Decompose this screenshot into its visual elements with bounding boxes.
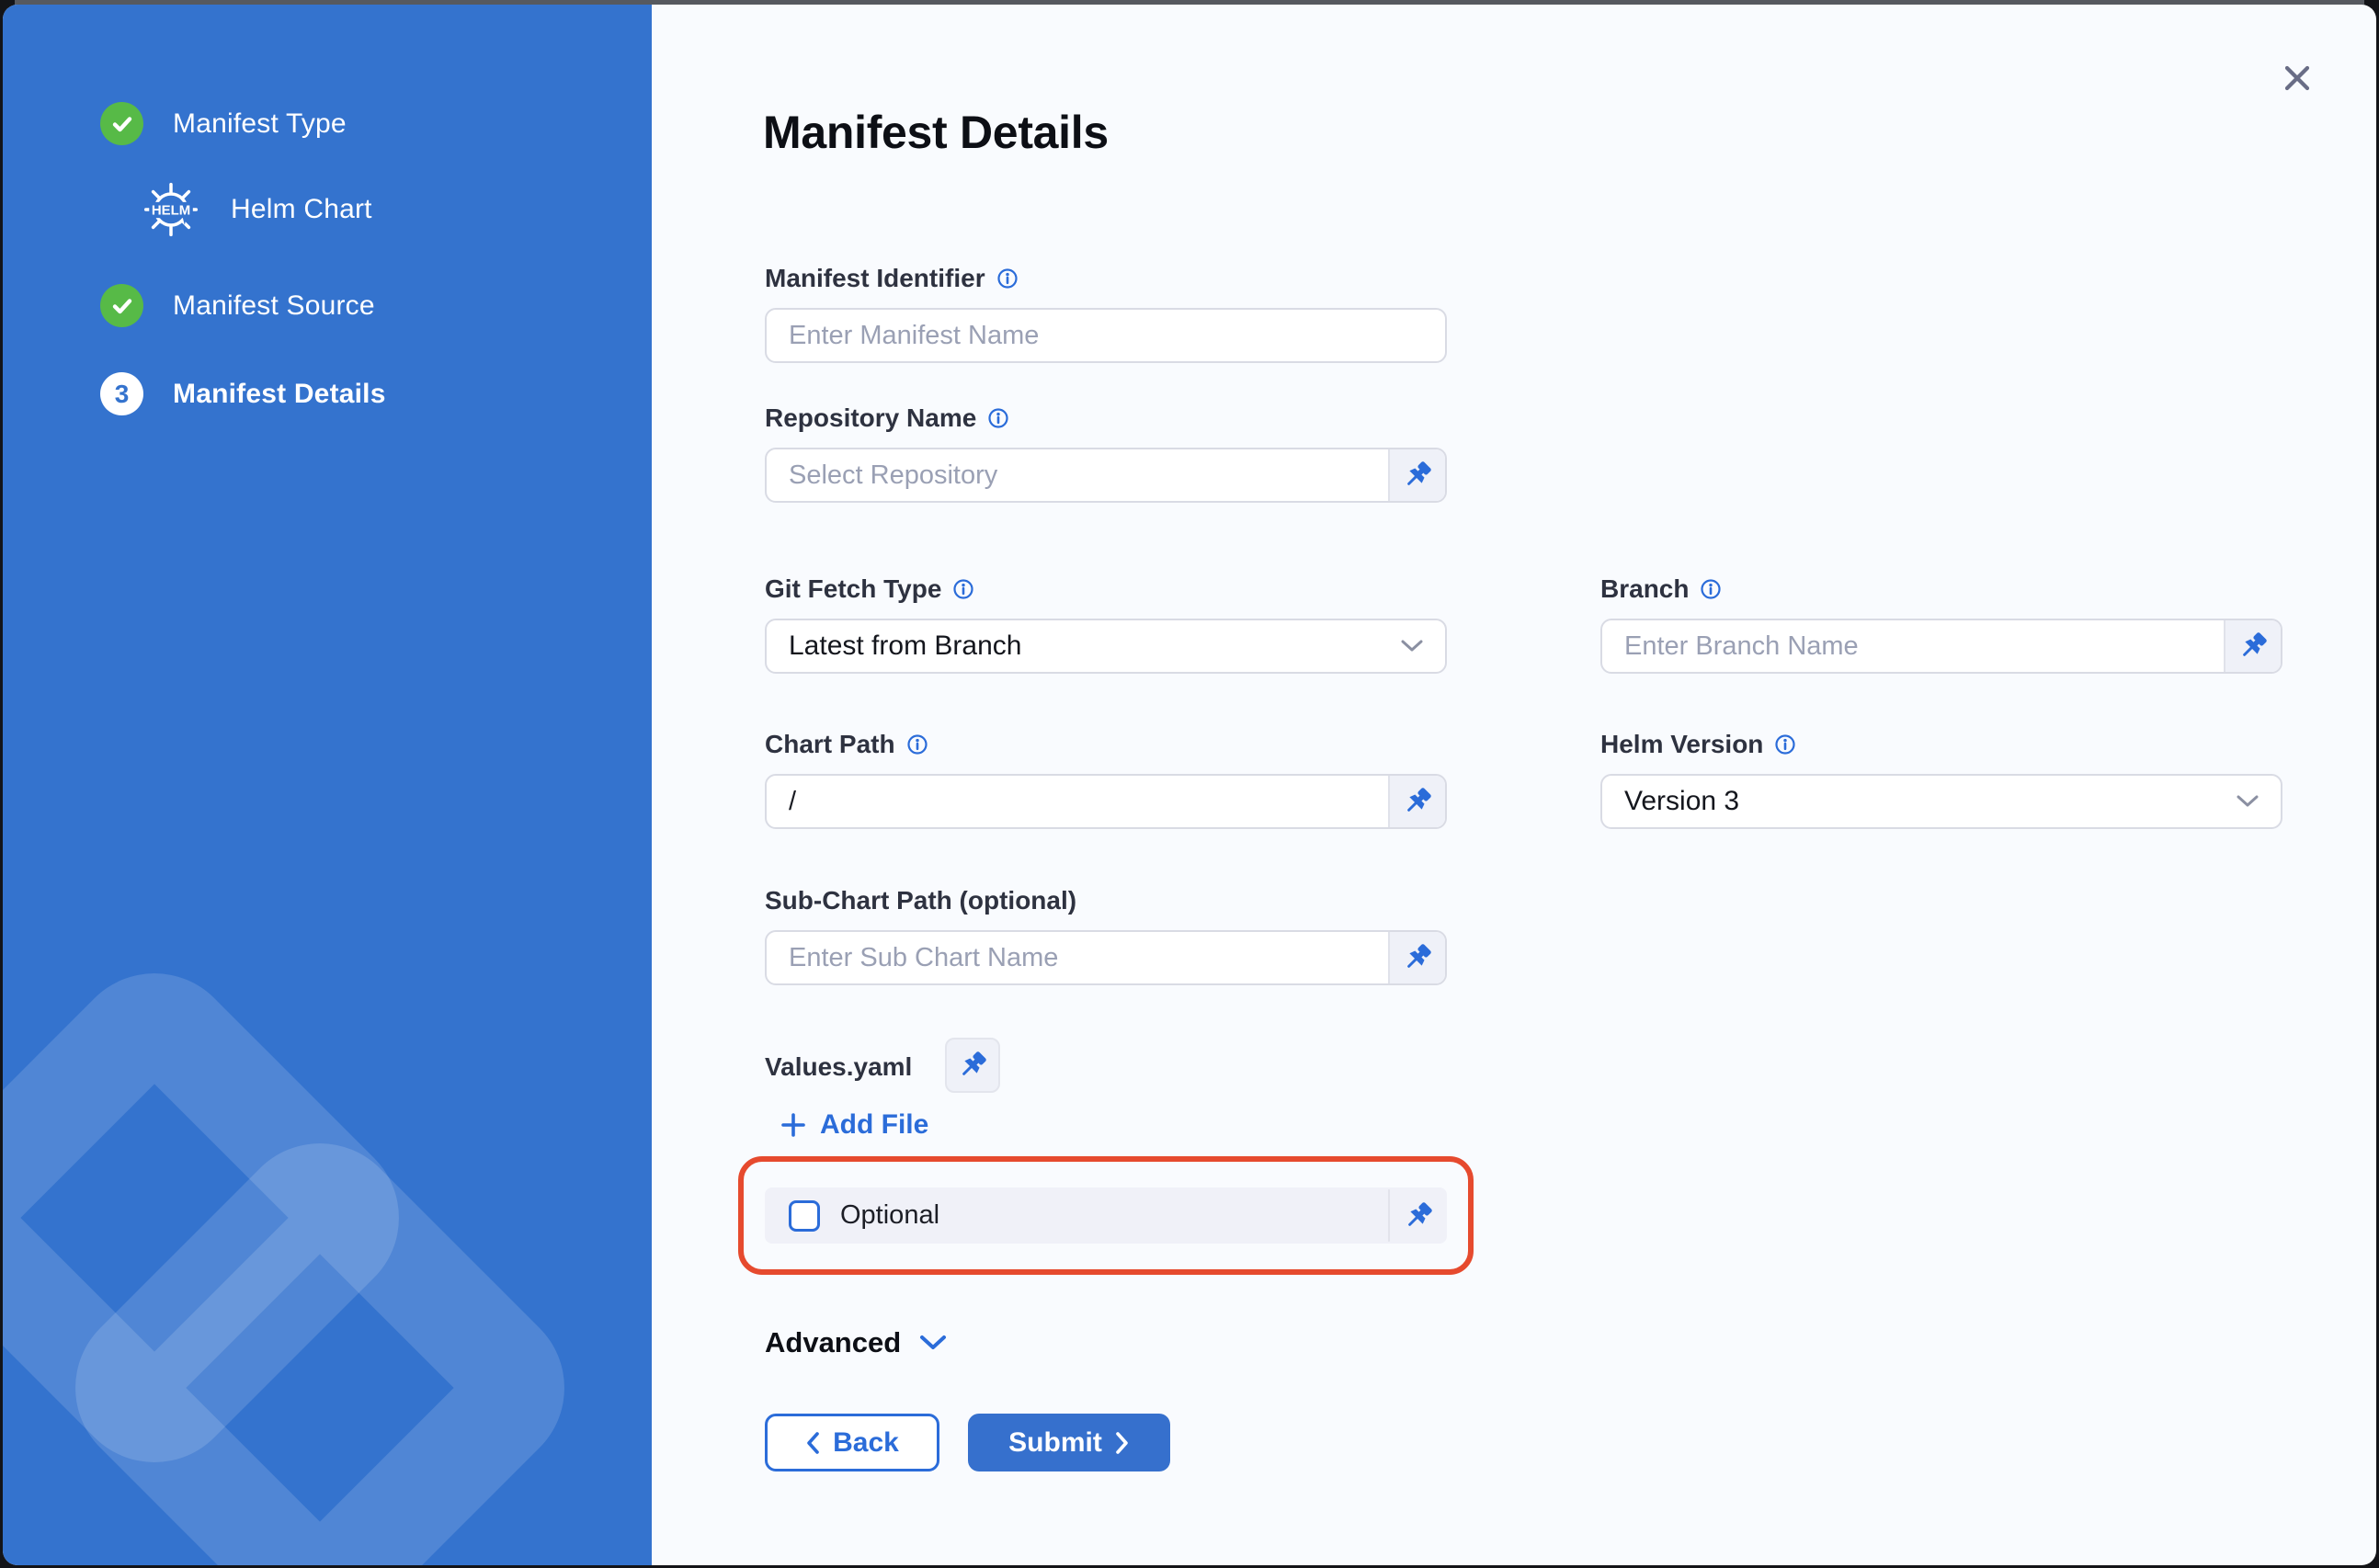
step-number-badge: 3 bbox=[100, 372, 143, 415]
chevron-right-icon bbox=[1115, 1431, 1130, 1455]
sidebar-step-manifest-type[interactable]: Manifest Type bbox=[100, 102, 347, 145]
optional-checkbox[interactable] bbox=[789, 1200, 820, 1232]
substep-label: Helm Chart bbox=[231, 194, 372, 225]
repository-name-input[interactable] bbox=[767, 449, 1388, 501]
branch-field bbox=[1600, 619, 2282, 674]
repository-name-label: Repository Name bbox=[765, 403, 976, 433]
wizard-stepper-sidebar: Manifest Type HELM Helm bbox=[3, 5, 652, 1565]
svg-text:HELM: HELM bbox=[152, 203, 190, 219]
manifest-identifier-input[interactable] bbox=[767, 310, 1445, 361]
optional-checkbox-label: Optional bbox=[840, 1200, 1388, 1231]
git-fetch-type-value: Latest from Branch bbox=[789, 631, 1021, 662]
back-button[interactable]: Back bbox=[765, 1414, 939, 1471]
add-file-button[interactable]: Add File bbox=[780, 1109, 928, 1141]
step-label: Manifest Details bbox=[173, 379, 386, 410]
helm-version-select[interactable]: Version 3 bbox=[1600, 774, 2282, 829]
screenshot-frame: Manifest Type HELM Helm bbox=[0, 0, 2379, 1568]
repository-name-label-row: Repository Name bbox=[765, 403, 1009, 433]
page-title: Manifest Details bbox=[763, 106, 1109, 159]
info-icon[interactable] bbox=[952, 578, 974, 600]
step-complete-icon bbox=[100, 102, 143, 145]
manifest-identifier-label-row: Manifest Identifier bbox=[765, 264, 1019, 293]
add-file-label: Add File bbox=[820, 1109, 928, 1141]
git-fetch-type-label: Git Fetch Type bbox=[765, 574, 941, 604]
info-icon[interactable] bbox=[996, 267, 1019, 290]
sub-chart-path-field bbox=[765, 930, 1447, 985]
sub-chart-path-label-row: Sub-Chart Path (optional) bbox=[765, 886, 1076, 915]
step-complete-icon bbox=[100, 284, 143, 327]
optional-checkbox-row: Optional bbox=[765, 1187, 1447, 1244]
manifest-details-panel: Manifest Details Manifest Identifier Rep… bbox=[652, 5, 2376, 1565]
pin-runtime-input-icon[interactable] bbox=[945, 1038, 1000, 1093]
pin-runtime-input-icon[interactable] bbox=[1388, 776, 1445, 827]
info-icon[interactable] bbox=[1700, 578, 1722, 600]
git-fetch-type-label-row: Git Fetch Type bbox=[765, 574, 974, 604]
step-label: Manifest Type bbox=[173, 108, 347, 140]
chevron-down-icon bbox=[1401, 640, 1423, 653]
chart-path-label-row: Chart Path bbox=[765, 730, 928, 759]
chart-path-field bbox=[765, 774, 1447, 829]
sidebar-substep-helm-chart[interactable]: HELM Helm Chart bbox=[141, 179, 372, 240]
sidebar-step-manifest-source[interactable]: Manifest Source bbox=[100, 284, 375, 327]
chevron-down-icon bbox=[919, 1335, 947, 1351]
sub-chart-path-input[interactable] bbox=[767, 932, 1388, 983]
branch-label: Branch bbox=[1600, 574, 1689, 604]
helm-chart-icon: HELM bbox=[141, 179, 201, 240]
values-yaml-label: Values.yaml bbox=[765, 1052, 912, 1082]
pin-runtime-input-icon[interactable] bbox=[2224, 620, 2281, 672]
helm-version-label-row: Helm Version bbox=[1600, 730, 1796, 759]
helm-version-label: Helm Version bbox=[1600, 730, 1763, 759]
chevron-left-icon bbox=[805, 1431, 820, 1455]
plus-icon bbox=[780, 1111, 807, 1139]
chart-path-input[interactable] bbox=[767, 776, 1388, 827]
info-icon[interactable] bbox=[906, 733, 928, 756]
repository-name-field bbox=[765, 448, 1447, 503]
chart-path-label: Chart Path bbox=[765, 730, 895, 759]
step-label: Manifest Source bbox=[173, 290, 375, 322]
advanced-label: Advanced bbox=[765, 1326, 901, 1359]
manifest-identifier-field bbox=[765, 308, 1447, 363]
submit-button-label: Submit bbox=[1008, 1427, 1102, 1459]
chevron-down-icon bbox=[2237, 795, 2259, 808]
sidebar-step-manifest-details[interactable]: 3 Manifest Details bbox=[100, 372, 386, 415]
helm-version-value: Version 3 bbox=[1624, 786, 1739, 817]
pin-runtime-input-icon[interactable] bbox=[1388, 449, 1445, 501]
pin-runtime-input-icon[interactable] bbox=[1388, 932, 1445, 983]
pin-runtime-input-icon[interactable] bbox=[1390, 1199, 1447, 1233]
close-icon[interactable] bbox=[2277, 58, 2317, 98]
back-button-label: Back bbox=[833, 1427, 899, 1459]
manifest-identifier-label: Manifest Identifier bbox=[765, 264, 985, 293]
info-icon[interactable] bbox=[987, 407, 1009, 429]
submit-button[interactable]: Submit bbox=[968, 1414, 1170, 1471]
manifest-wizard-modal: Manifest Type HELM Helm bbox=[3, 5, 2376, 1565]
advanced-toggle[interactable]: Advanced bbox=[765, 1326, 947, 1359]
info-icon[interactable] bbox=[1774, 733, 1796, 756]
sub-chart-path-label: Sub-Chart Path (optional) bbox=[765, 886, 1076, 915]
git-fetch-type-select[interactable]: Latest from Branch bbox=[765, 619, 1447, 674]
branch-label-row: Branch bbox=[1600, 574, 1722, 604]
branch-input[interactable] bbox=[1602, 620, 2224, 672]
